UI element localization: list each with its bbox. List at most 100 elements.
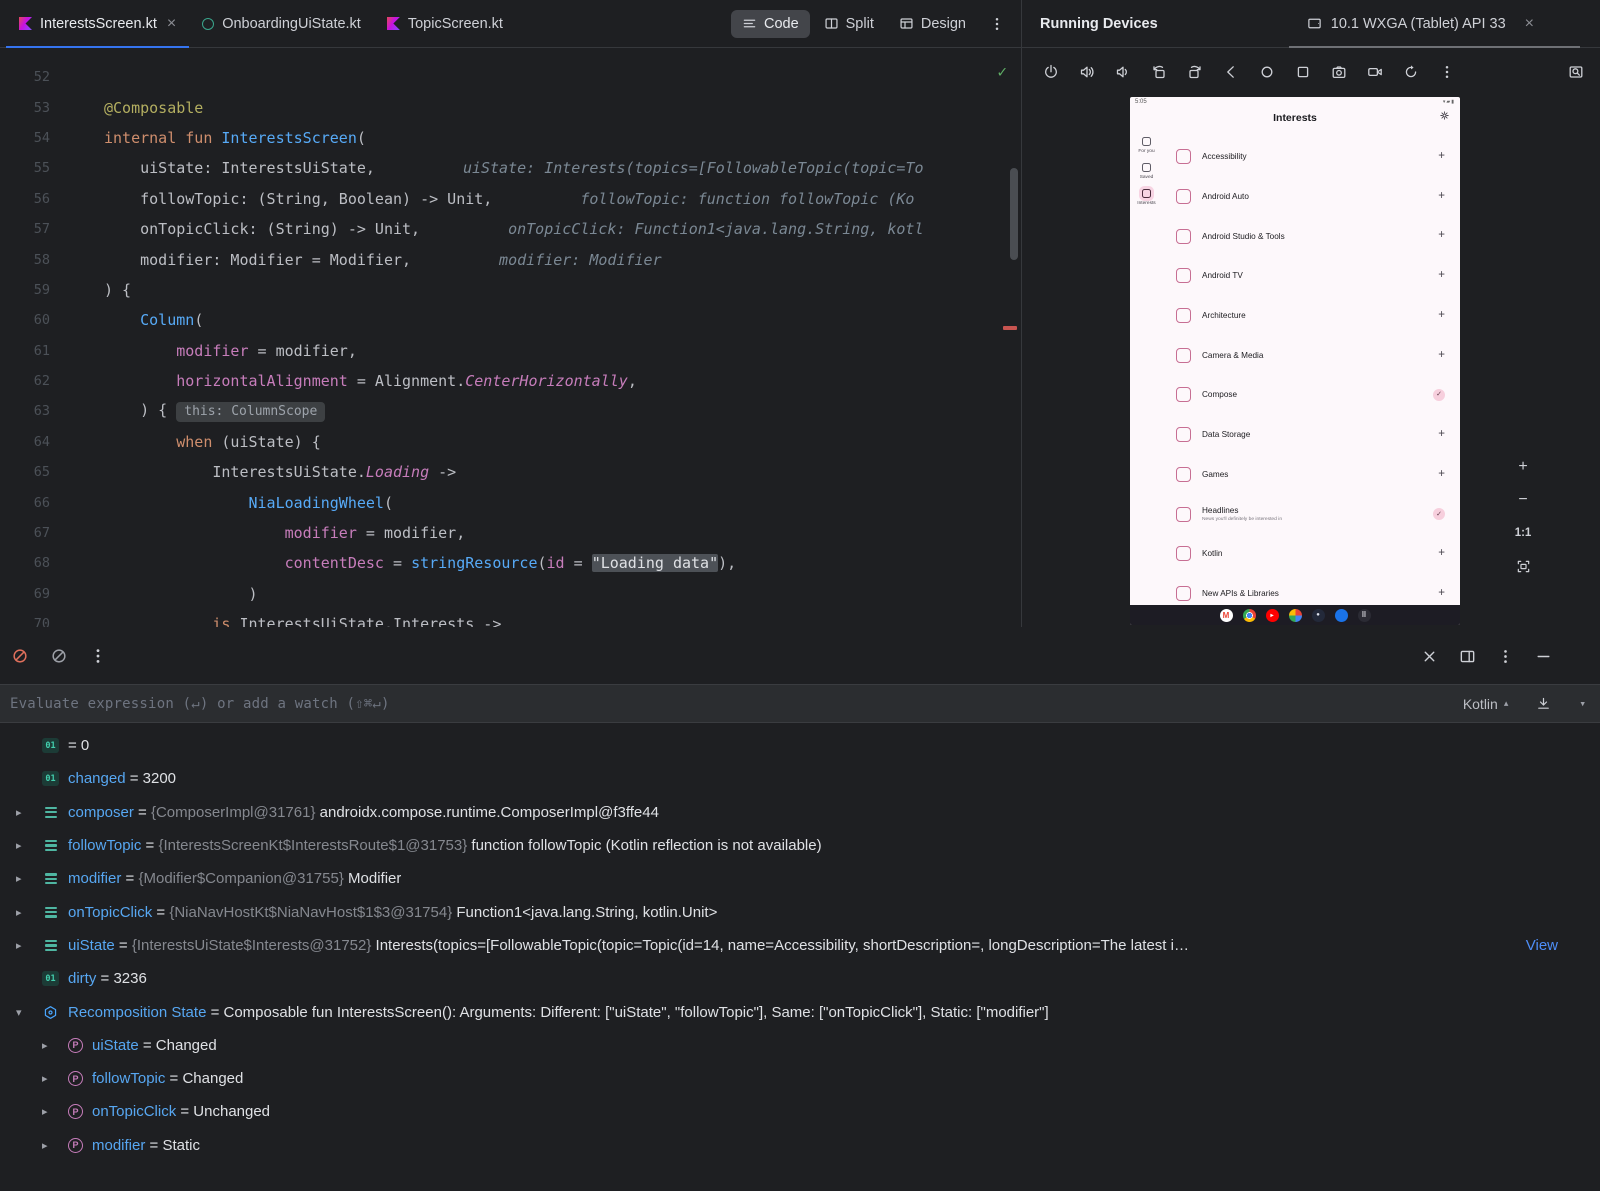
expand-chevron-icon[interactable]: ▸ — [16, 839, 42, 852]
back-icon[interactable] — [1223, 64, 1239, 80]
follow-plus-icon[interactable]: + — [1438, 191, 1445, 203]
gmail-app-icon[interactable]: M — [1220, 609, 1233, 622]
watch-row[interactable]: 01= 0 — [0, 729, 1600, 762]
watch-row-uistate[interactable]: ▸PuiState = Changed — [0, 1029, 1600, 1062]
topic-row-accessibility[interactable]: Accessibility+ — [1166, 137, 1460, 177]
watch-row-followtopic[interactable]: ▸PfollowTopic = Changed — [0, 1062, 1600, 1095]
view-mode-split[interactable]: Split — [813, 10, 885, 38]
overview-icon[interactable] — [1295, 64, 1311, 80]
expand-chevron-icon[interactable]: ▸ — [16, 872, 42, 885]
expand-chevron-icon[interactable]: ▸ — [42, 1139, 68, 1152]
close-device-tab-icon[interactable]: × — [1525, 15, 1534, 33]
more-icon[interactable] — [1439, 64, 1455, 80]
fit-to-screen-icon[interactable] — [1510, 553, 1536, 579]
follow-plus-icon[interactable]: + — [1438, 588, 1445, 600]
error-stripe-mark[interactable] — [1003, 326, 1017, 330]
zoom-in-button[interactable]: + — [1510, 454, 1536, 480]
power-icon[interactable] — [1043, 64, 1059, 80]
follow-plus-icon[interactable]: + — [1438, 548, 1445, 560]
home-icon[interactable] — [1259, 64, 1275, 80]
expand-chevron-icon[interactable]: ▸ — [42, 1105, 68, 1118]
screenshot-icon[interactable] — [1331, 64, 1347, 80]
watch-row-changed[interactable]: 01changed = 3200 — [0, 762, 1600, 795]
topic-row-new-apis-libraries[interactable]: New APIs & Libraries+ — [1166, 574, 1460, 605]
device-tab[interactable]: 10.1 WXGA (Tablet) API 33 × — [1295, 0, 1546, 47]
editor-tab-interestsscreen-kt[interactable]: InterestsScreen.kt× — [6, 0, 189, 47]
follow-plus-icon[interactable]: + — [1438, 230, 1445, 242]
rotate-right-icon[interactable] — [1187, 64, 1203, 80]
view-mode-design[interactable]: Design — [888, 10, 977, 38]
topic-row-kotlin[interactable]: Kotlin+ — [1166, 534, 1460, 574]
follow-plus-icon[interactable]: + — [1438, 270, 1445, 282]
topic-row-games[interactable]: Games+ — [1166, 455, 1460, 495]
device-screen[interactable]: 5:05 ▾▰▮ Interests For youSavedInterests… — [1130, 97, 1460, 625]
follow-plus-icon[interactable]: + — [1438, 469, 1445, 481]
close-panel-icon[interactable] — [1421, 648, 1438, 665]
followed-check-icon[interactable]: ✓ — [1433, 508, 1445, 520]
topic-row-data-storage[interactable]: Data Storage+ — [1166, 415, 1460, 455]
all-apps-app-icon[interactable]: ⠿ — [1358, 609, 1371, 622]
expand-chevron-icon[interactable]: ▸ — [42, 1039, 68, 1052]
expand-chevron-icon[interactable]: ▾ — [16, 1006, 42, 1019]
volume-up-icon[interactable] — [1079, 64, 1095, 80]
nav-rail-interests[interactable]: Interests — [1137, 189, 1155, 206]
expand-chevron-icon[interactable]: ▸ — [16, 806, 42, 819]
watch-row-composer[interactable]: ▸composer = {ComposerImpl@31761} android… — [0, 796, 1600, 829]
editor-tab-topicscreen-kt[interactable]: TopicScreen.kt — [374, 0, 516, 47]
watch-row-ontopicclick[interactable]: ▸onTopicClick = {NiaNavHostKt$NiaNavHost… — [0, 895, 1600, 928]
language-selector[interactable]: Kotlin ▴ — [1463, 696, 1509, 712]
compose-skip-icon[interactable] — [50, 647, 68, 665]
nav-rail-for-you[interactable]: For you — [1138, 137, 1154, 154]
expand-chevron-icon[interactable]: ▸ — [16, 939, 42, 952]
topic-row-android-tv[interactable]: Android TV+ — [1166, 256, 1460, 296]
rotate-left-icon[interactable] — [1151, 64, 1167, 80]
screen-search-icon[interactable] — [1568, 64, 1584, 80]
editor-scrollbar[interactable] — [1010, 168, 1018, 260]
watch-row-recomposition-state[interactable]: ▾Recomposition State = Composable fun In… — [0, 995, 1600, 1028]
code-editor[interactable]: 5253@Composable54internal fun InterestsS… — [0, 48, 1022, 627]
record-icon[interactable] — [1367, 64, 1383, 80]
view-link[interactable]: View — [1526, 937, 1558, 954]
watch-row-ontopicclick[interactable]: ▸PonTopicClick = Unchanged — [0, 1095, 1600, 1128]
view-mode-code[interactable]: Code — [731, 10, 810, 38]
hide-panel-icon[interactable] — [1535, 648, 1552, 665]
watch-row-followtopic[interactable]: ▸followTopic = {InterestsScreenKt$Intere… — [0, 829, 1600, 862]
app2-app-icon[interactable] — [1335, 609, 1348, 622]
follow-plus-icon[interactable]: + — [1438, 310, 1445, 322]
watch-row-dirty[interactable]: 01dirty = 3236 — [0, 962, 1600, 995]
expand-chevron-icon[interactable]: ▸ — [42, 1072, 68, 1085]
debug-more-icon[interactable] — [89, 647, 107, 665]
follow-plus-icon[interactable]: + — [1438, 350, 1445, 362]
reset-icon[interactable] — [1403, 64, 1419, 80]
topic-row-android-studio-tools[interactable]: Android Studio & Tools+ — [1166, 216, 1460, 256]
youtube-app-icon[interactable]: ▸ — [1266, 609, 1279, 622]
expand-evaluate-icon[interactable]: ▾ — [1579, 697, 1586, 710]
photos-app-icon[interactable] — [1289, 609, 1302, 622]
close-tab-icon[interactable]: × — [167, 16, 176, 32]
app1-app-icon[interactable]: ● — [1312, 609, 1325, 622]
zoom-out-button[interactable]: − — [1510, 487, 1536, 513]
watch-row-uistate[interactable]: ▸uiState = {InterestsUiState$Interests@3… — [0, 929, 1600, 962]
follow-plus-icon[interactable]: + — [1438, 151, 1445, 163]
topic-row-camera-media[interactable]: Camera & Media+ — [1166, 335, 1460, 375]
layout-settings-icon[interactable] — [1459, 648, 1476, 665]
panel-more-icon[interactable] — [1497, 648, 1514, 665]
topic-row-android-auto[interactable]: Android Auto+ — [1166, 177, 1460, 217]
topic-row-headlines[interactable]: HeadlinesNews you'll definitely be inter… — [1166, 494, 1460, 534]
settings-gear-icon[interactable] — [1439, 110, 1450, 121]
followed-check-icon[interactable]: ✓ — [1433, 389, 1445, 401]
inspections-ok-icon[interactable]: ✓ — [997, 62, 1007, 81]
follow-plus-icon[interactable]: + — [1438, 429, 1445, 441]
volume-down-icon[interactable] — [1115, 64, 1131, 80]
editor-tab-onboardinguistate-kt[interactable]: OnboardingUiState.kt — [189, 0, 374, 47]
compose-recomposition-icon[interactable] — [11, 647, 29, 665]
add-to-watches-icon[interactable] — [1536, 696, 1551, 711]
editor-more-icon[interactable] — [989, 16, 1005, 32]
topic-row-architecture[interactable]: Architecture+ — [1166, 296, 1460, 336]
chrome-app-icon[interactable] — [1243, 609, 1256, 622]
evaluate-expression-bar[interactable]: Evaluate expression (↵) or add a watch (… — [0, 684, 1600, 723]
nav-rail-saved[interactable]: Saved — [1140, 163, 1154, 180]
watch-row-modifier[interactable]: ▸Pmodifier = Static — [0, 1129, 1600, 1162]
zoom-reset-button[interactable]: 1:1 — [1510, 520, 1536, 546]
watch-row-modifier[interactable]: ▸modifier = {Modifier$Companion@31755} M… — [0, 862, 1600, 895]
